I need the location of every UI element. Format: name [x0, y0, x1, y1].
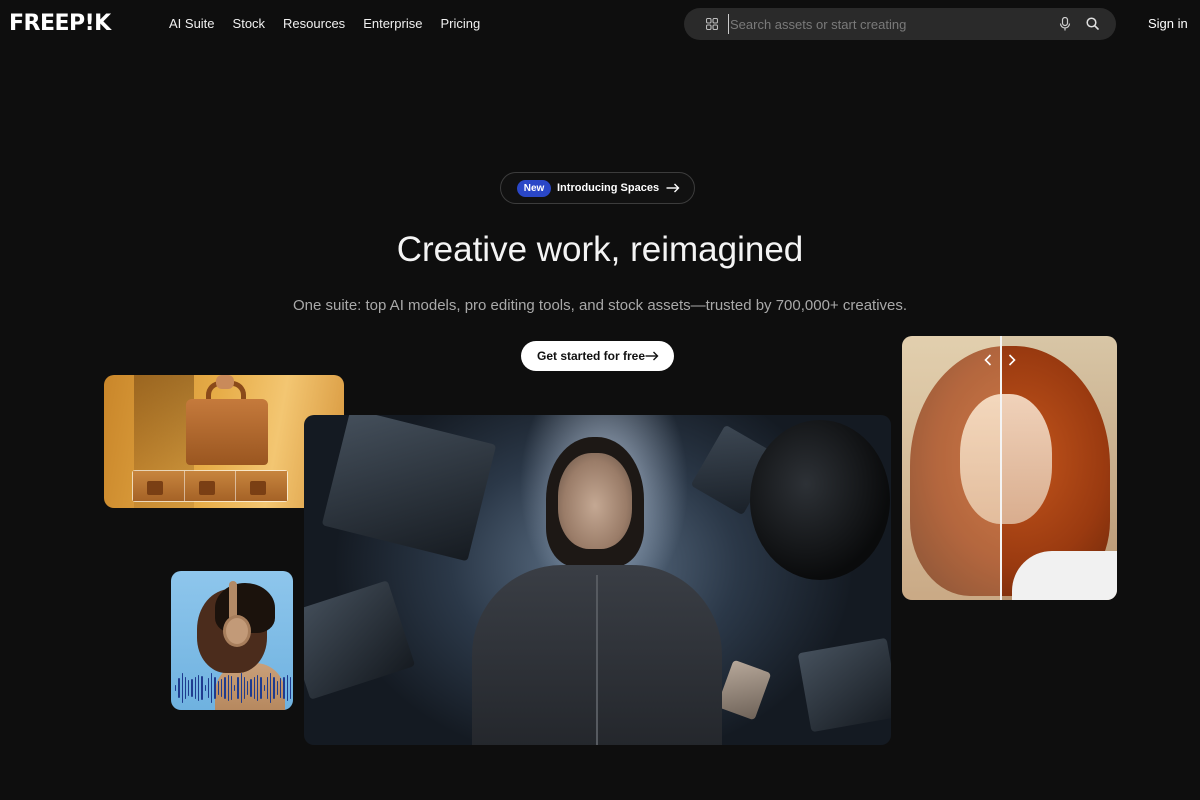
waveform-bar: [266, 677, 269, 699]
arrow-right-icon: [666, 183, 680, 193]
waveform-bar: [214, 677, 216, 699]
face-shape: [558, 453, 632, 549]
search-icon[interactable]: [1086, 17, 1099, 30]
debris-shape: [321, 415, 497, 562]
top-navigation: FREEP!K AI Suite Stock Resources Enterpr…: [0, 0, 1200, 48]
waveform-bar: [276, 680, 278, 696]
handbag-image: [186, 399, 268, 465]
waveform-bar: [289, 676, 292, 700]
main-nav: AI Suite Stock Resources Enterprise Pric…: [169, 15, 498, 33]
thumbnail[interactable]: [184, 471, 237, 501]
chevron-right-icon[interactable]: [1008, 354, 1016, 366]
waveform-bar: [260, 676, 262, 700]
nav-item-stock[interactable]: Stock: [233, 15, 266, 33]
hero-subline: One suite: top AI models, pro editing to…: [292, 297, 908, 314]
search-input[interactable]: [728, 14, 1048, 34]
debris-shape: [304, 580, 416, 700]
audio-card[interactable]: [171, 571, 293, 710]
cta-label: Get started for free: [537, 349, 646, 363]
get-started-button[interactable]: Get started for free: [521, 341, 674, 371]
waveform-bar: [234, 684, 236, 692]
arrow-right-icon: [645, 351, 659, 361]
nav-item-ai-suite[interactable]: AI Suite: [169, 15, 215, 33]
introducing-spaces-pill[interactable]: New Introducing Spaces: [500, 172, 695, 204]
audio-waveform: [175, 671, 292, 705]
before-overlay: [902, 336, 1001, 600]
portrait-compare-card[interactable]: [902, 336, 1117, 600]
hand-shape: [216, 375, 234, 389]
waveform-bar: [188, 680, 190, 696]
nav-item-resources[interactable]: Resources: [283, 15, 345, 33]
waveform-bar: [240, 673, 242, 703]
waveform-bar: [263, 684, 265, 692]
waveform-bar: [247, 680, 249, 696]
waveform-bar: [181, 673, 183, 703]
waveform-bar: [280, 678, 282, 698]
zipper-line: [596, 575, 598, 745]
waveform-bar: [220, 678, 223, 698]
waveform-bar: [184, 677, 187, 699]
debris-shape: [716, 659, 772, 721]
waveform-bar: [253, 677, 256, 699]
waveform-bar: [224, 677, 226, 699]
thumbnail[interactable]: [133, 471, 185, 501]
waveform-bar: [197, 674, 200, 702]
debris-shape: [797, 637, 891, 733]
compare-slider-handle[interactable]: [1000, 336, 1002, 600]
waveform-bar: [211, 673, 213, 703]
waveform-bar: [283, 676, 285, 700]
headphones-icon: [223, 615, 251, 647]
waveform-bar: [194, 677, 196, 699]
waveform-bar: [191, 678, 193, 698]
search-bar[interactable]: [684, 8, 1116, 40]
waveform-bar: [204, 684, 206, 692]
waveform-bar: [237, 677, 239, 699]
waveform-bar: [178, 677, 180, 699]
pill-label: Introducing Spaces: [557, 182, 660, 194]
freepik-logo[interactable]: FREEP!K: [9, 11, 111, 37]
variation-thumbnails: [132, 470, 288, 502]
waveform-bar: [227, 674, 229, 702]
waveform-bar: [270, 673, 272, 703]
waveform-bar: [257, 674, 259, 702]
waveform-bar: [207, 677, 210, 699]
waveform-bar: [175, 685, 177, 691]
waveform-bar: [230, 676, 233, 700]
helmet-shape: [750, 420, 890, 580]
waveform-bar: [273, 677, 275, 699]
nav-item-enterprise[interactable]: Enterprise: [363, 15, 422, 33]
chevron-left-icon[interactable]: [984, 354, 992, 366]
waveform-bar: [201, 676, 203, 700]
hero-headline: Creative work, reimagined: [396, 230, 804, 269]
waveform-bar: [243, 677, 246, 699]
grid-icon[interactable]: [706, 18, 718, 30]
hero-video-card[interactable]: [304, 415, 891, 745]
waveform-bar: [250, 678, 252, 698]
microphone-icon[interactable]: [1059, 17, 1071, 31]
thumbnail[interactable]: [236, 471, 288, 501]
waveform-bar: [286, 674, 288, 702]
waveform-bar: [217, 680, 219, 696]
new-badge: New: [517, 180, 551, 197]
shirt-shape: [1012, 551, 1117, 600]
nav-item-pricing[interactable]: Pricing: [440, 15, 480, 33]
sign-in-link[interactable]: Sign in: [1148, 15, 1188, 33]
